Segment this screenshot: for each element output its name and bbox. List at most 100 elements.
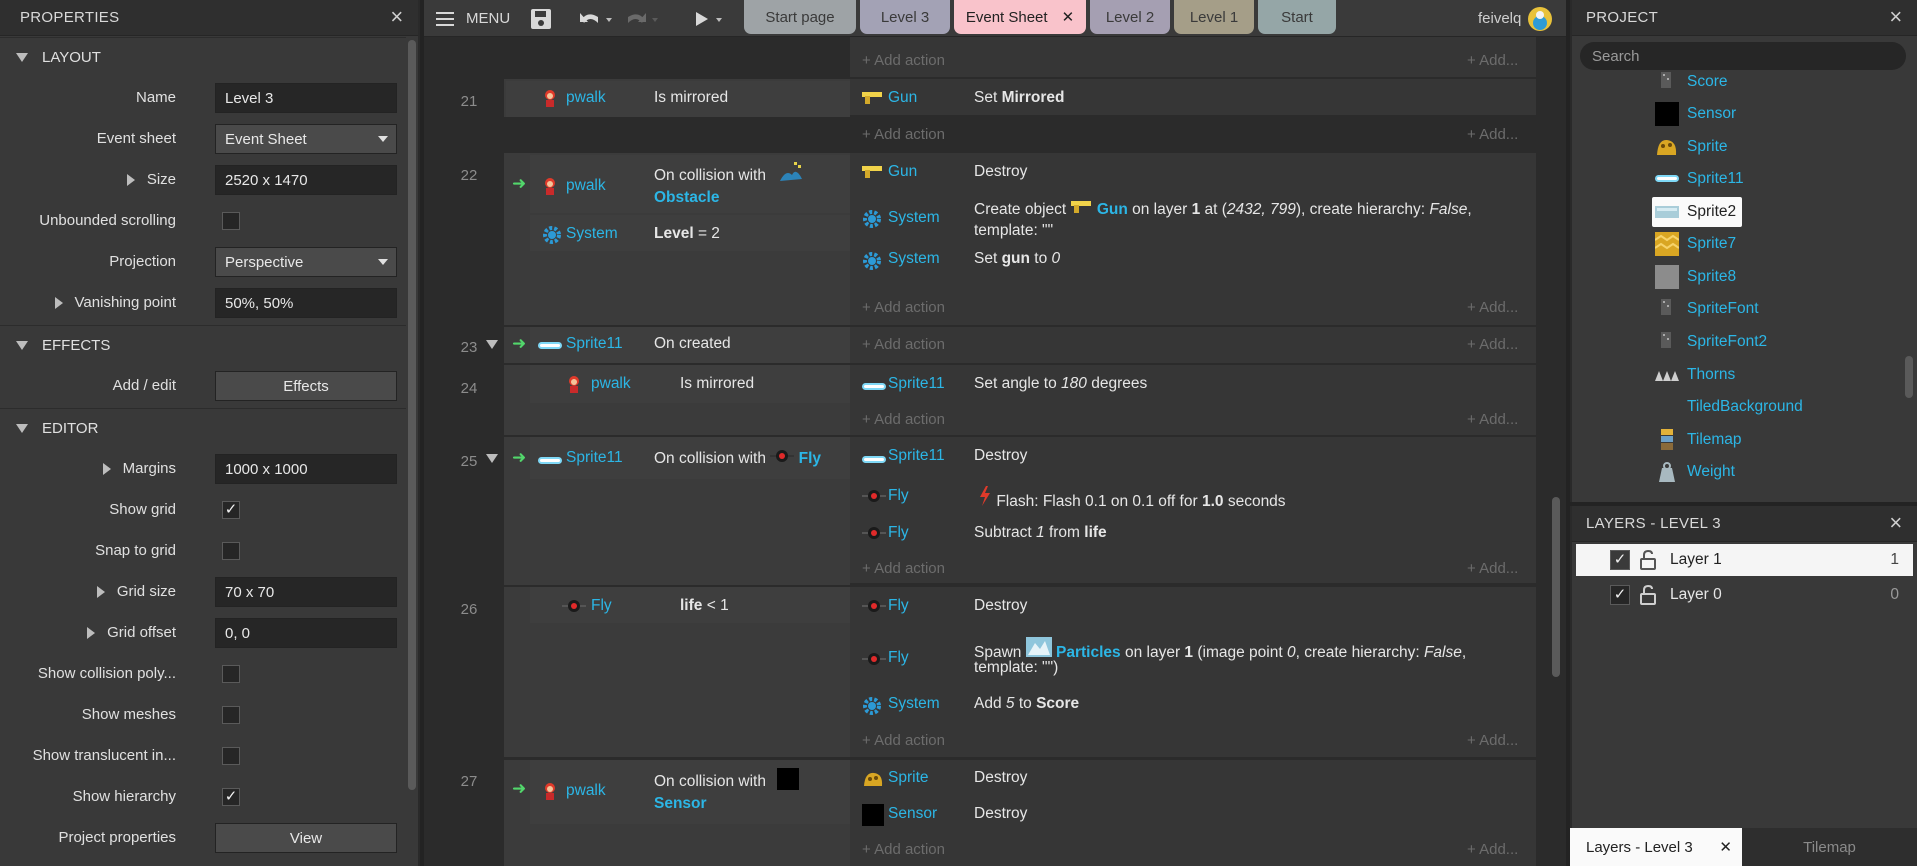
- add-more-link[interactable]: + Add...: [1467, 52, 1518, 69]
- tab-event-sheet[interactable]: Event Sheet ✕: [954, 0, 1086, 34]
- action-object[interactable]: Gun: [888, 89, 917, 107]
- expand-icon[interactable]: [126, 173, 135, 186]
- add-action-link[interactable]: + Add action: [862, 126, 945, 143]
- action-object[interactable]: Fly: [888, 524, 909, 542]
- condition-text[interactable]: life < 1: [680, 597, 729, 615]
- action-text[interactable]: Destroy: [974, 163, 1027, 181]
- add-more-link[interactable]: + Add...: [1467, 732, 1518, 749]
- gridoffset-field[interactable]: 0, 0: [215, 618, 397, 648]
- close-tab-icon[interactable]: ✕: [1719, 838, 1732, 856]
- preview-button[interactable]: [692, 0, 728, 37]
- condition-object[interactable]: Sprite11: [566, 335, 623, 353]
- action-object[interactable]: Sprite: [888, 769, 929, 787]
- tab-start-page[interactable]: Start page: [744, 0, 856, 34]
- action-object[interactable]: Sprite11: [888, 375, 945, 393]
- action-text[interactable]: Subtract 1 from life: [974, 524, 1107, 542]
- action-text[interactable]: Set angle to 180 degrees: [974, 375, 1147, 393]
- add-more-link[interactable]: + Add...: [1467, 841, 1518, 858]
- add-action-link[interactable]: + Add action: [862, 336, 945, 353]
- project-scrollbar[interactable]: [1905, 356, 1913, 398]
- condition-object-param[interactable]: Sensor: [654, 795, 707, 813]
- expand-icon[interactable]: [96, 585, 105, 598]
- hierarchy-checkbox[interactable]: ✓: [222, 788, 240, 806]
- action-text[interactable]: Destroy: [974, 597, 1027, 615]
- showgrid-checkbox[interactable]: ✓: [222, 501, 240, 519]
- tree-item-thorns[interactable]: Thorns: [1655, 360, 1735, 390]
- search-input[interactable]: Search: [1580, 42, 1906, 70]
- event-sheet[interactable]: + Add action + Add... 21 pwalk Is mirror…: [424, 37, 1566, 866]
- add-action-link[interactable]: + Add action: [862, 299, 945, 316]
- add-action-link[interactable]: + Add action: [862, 411, 945, 428]
- action-text[interactable]: Set Mirrored: [974, 89, 1064, 107]
- collapse-icon[interactable]: [486, 454, 498, 463]
- add-more-link[interactable]: + Add...: [1467, 126, 1518, 143]
- unbounded-checkbox[interactable]: [222, 212, 240, 230]
- user-menu[interactable]: feivelq: [1478, 0, 1553, 37]
- action-text[interactable]: Flash: Flash 0.1 on 0.1 off for 1.0 seco…: [978, 486, 1286, 511]
- action-object[interactable]: Fly: [888, 597, 909, 615]
- close-icon[interactable]: ×: [386, 6, 408, 28]
- condition-text[interactable]: On collision with: [654, 773, 766, 791]
- add-more-link[interactable]: + Add...: [1467, 299, 1518, 316]
- condition-object[interactable]: Sprite11: [566, 449, 623, 467]
- action-object[interactable]: Fly: [888, 649, 909, 667]
- name-field[interactable]: Level 3: [215, 83, 397, 113]
- unlock-icon[interactable]: [1638, 549, 1658, 571]
- action-text-cont[interactable]: template: "": [974, 222, 1053, 240]
- menu-button[interactable]: MENU: [436, 0, 510, 37]
- collision-checkbox[interactable]: [222, 665, 240, 683]
- close-icon[interactable]: ×: [1885, 512, 1907, 534]
- tree-item-sprite2[interactable]: Sprite2: [1652, 197, 1743, 227]
- expand-icon[interactable]: [87, 626, 96, 639]
- condition-text[interactable]: Level = 2: [654, 225, 720, 243]
- view-button[interactable]: View: [215, 823, 397, 853]
- tab-tilemap[interactable]: Tilemap: [1742, 828, 1917, 866]
- sheet-scrollbar[interactable]: [1552, 497, 1560, 677]
- condition-object[interactable]: pwalk: [566, 89, 606, 107]
- section-editor[interactable]: EDITOR: [0, 408, 406, 448]
- condition-text[interactable]: Is mirrored: [680, 375, 754, 393]
- tree-item-sprite11[interactable]: Sprite11: [1655, 164, 1744, 194]
- tree-item-tilemap[interactable]: Tilemap: [1655, 425, 1742, 455]
- tree-item-score[interactable]: Score: [1655, 67, 1728, 97]
- size-field[interactable]: 2520 x 1470: [215, 165, 397, 195]
- vanishing-field[interactable]: 50%, 50%: [215, 288, 397, 318]
- eventsheet-select[interactable]: Event Sheet: [215, 124, 397, 154]
- layer-visible-checkbox[interactable]: ✓: [1610, 585, 1630, 605]
- tree-item-spritefont[interactable]: SpriteFont: [1655, 294, 1759, 324]
- add-more-link[interactable]: + Add...: [1467, 411, 1518, 428]
- layer-visible-checkbox[interactable]: ✓: [1610, 550, 1630, 570]
- condition-text[interactable]: Is mirrored: [654, 89, 728, 107]
- collapse-icon[interactable]: [486, 340, 498, 349]
- projection-select[interactable]: Perspective: [215, 247, 397, 277]
- action-object[interactable]: System: [888, 209, 940, 227]
- action-text[interactable]: Destroy: [974, 805, 1027, 823]
- tab-start[interactable]: Start: [1258, 0, 1336, 34]
- condition-text[interactable]: On collision with: [654, 167, 766, 185]
- tab-level-1[interactable]: Level 1: [1174, 0, 1254, 34]
- tab-layers-level-3[interactable]: Layers - Level 3 ✕: [1570, 828, 1742, 866]
- expand-icon[interactable]: [54, 296, 63, 309]
- action-text-cont[interactable]: template: ""): [974, 659, 1058, 677]
- close-icon[interactable]: ×: [1885, 6, 1907, 28]
- tree-item-weight[interactable]: Weight: [1655, 457, 1735, 487]
- margins-field[interactable]: 1000 x 1000: [215, 454, 397, 484]
- close-tab-icon[interactable]: ✕: [1062, 8, 1075, 26]
- effects-button[interactable]: Effects: [215, 371, 397, 401]
- add-more-link[interactable]: + Add...: [1467, 560, 1518, 577]
- condition-object[interactable]: System: [566, 225, 618, 243]
- tree-item-sprite8[interactable]: Sprite8: [1655, 262, 1736, 292]
- action-text[interactable]: Create object Gun on layer 1 at (2432, 7…: [974, 200, 1472, 219]
- action-text[interactable]: Add 5 to Score: [974, 695, 1079, 713]
- undo-button[interactable]: [578, 0, 614, 37]
- condition-object-param[interactable]: Obstacle: [654, 189, 719, 207]
- condition-object[interactable]: pwalk: [566, 782, 606, 800]
- translucent-checkbox[interactable]: [222, 747, 240, 765]
- section-layout[interactable]: LAYOUT: [0, 37, 406, 77]
- layer-row-0[interactable]: ✓ Layer 0 0: [1576, 579, 1913, 611]
- condition-text[interactable]: On collision with Fly: [654, 449, 821, 468]
- action-object[interactable]: Sprite11: [888, 447, 945, 465]
- add-action-link[interactable]: + Add action: [862, 732, 945, 749]
- action-object[interactable]: System: [888, 250, 940, 268]
- tree-item-sprite[interactable]: Sprite: [1655, 132, 1728, 162]
